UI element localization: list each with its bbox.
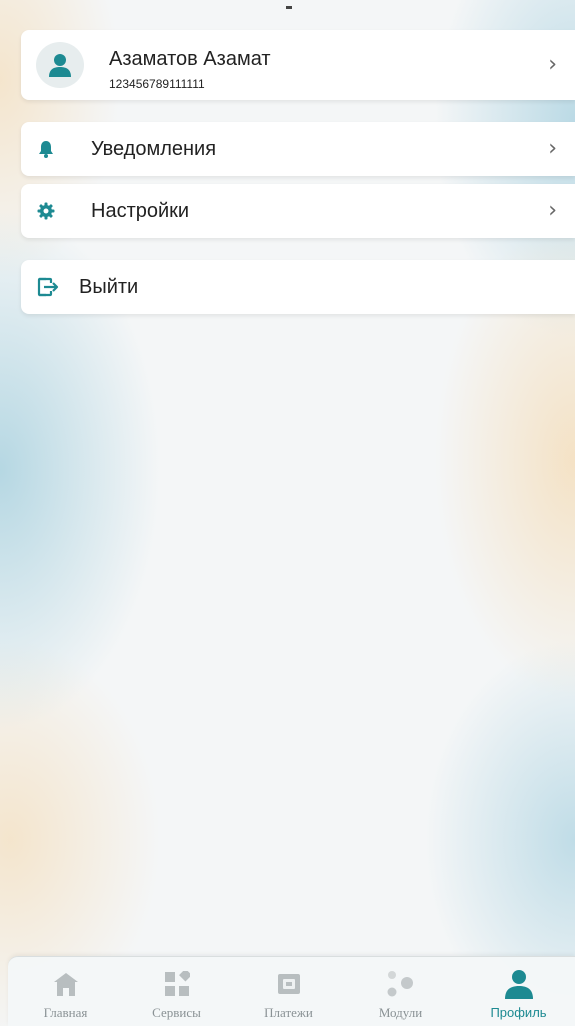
- tab-services[interactable]: Сервисы: [119, 957, 234, 1026]
- tab-payments[interactable]: Платежи: [231, 957, 346, 1026]
- logout-icon: [37, 276, 59, 298]
- bottom-tab-bar: Главная Сервисы Платежи Модули Профиль: [8, 956, 575, 1026]
- tab-profile[interactable]: Профиль: [461, 957, 575, 1026]
- home-icon: [53, 969, 79, 999]
- chevron-right-icon: ›: [548, 52, 557, 77]
- profile-id: 123456789111111: [109, 77, 205, 91]
- tab-profile-label: Профиль: [490, 1005, 547, 1020]
- user-avatar-icon: [36, 42, 84, 88]
- tab-modules[interactable]: Модули: [343, 957, 458, 1026]
- wallet-icon: [276, 969, 302, 999]
- logout-label: Выйти: [79, 275, 139, 298]
- chevron-right-icon: ›: [548, 136, 557, 161]
- notifications-label: Уведомления: [91, 137, 217, 160]
- menu-item-notifications[interactable]: Уведомления ›: [21, 122, 575, 176]
- menu-item-settings[interactable]: Настройки ›: [21, 184, 575, 238]
- logout-button[interactable]: Выйти: [21, 260, 575, 314]
- tab-home[interactable]: Главная: [8, 957, 123, 1026]
- profile-name: Азаматов Азамат: [109, 48, 271, 70]
- profile-card[interactable]: Азаматов Азамат 123456789111111 ›: [21, 30, 575, 100]
- services-icon: [164, 969, 190, 999]
- profile-icon: [504, 969, 534, 999]
- modules-icon: [385, 969, 417, 999]
- settings-label: Настройки: [91, 199, 190, 222]
- tab-modules-label: Модули: [378, 1005, 423, 1020]
- status-bar-marker: [286, 6, 292, 9]
- bell-icon: [35, 138, 57, 160]
- chevron-right-icon: ›: [548, 198, 557, 223]
- tab-home-label: Главная: [43, 1005, 88, 1020]
- tab-payments-label: Платежи: [264, 1005, 313, 1020]
- tab-services-label: Сервисы: [152, 1005, 201, 1020]
- gear-icon: [35, 200, 57, 222]
